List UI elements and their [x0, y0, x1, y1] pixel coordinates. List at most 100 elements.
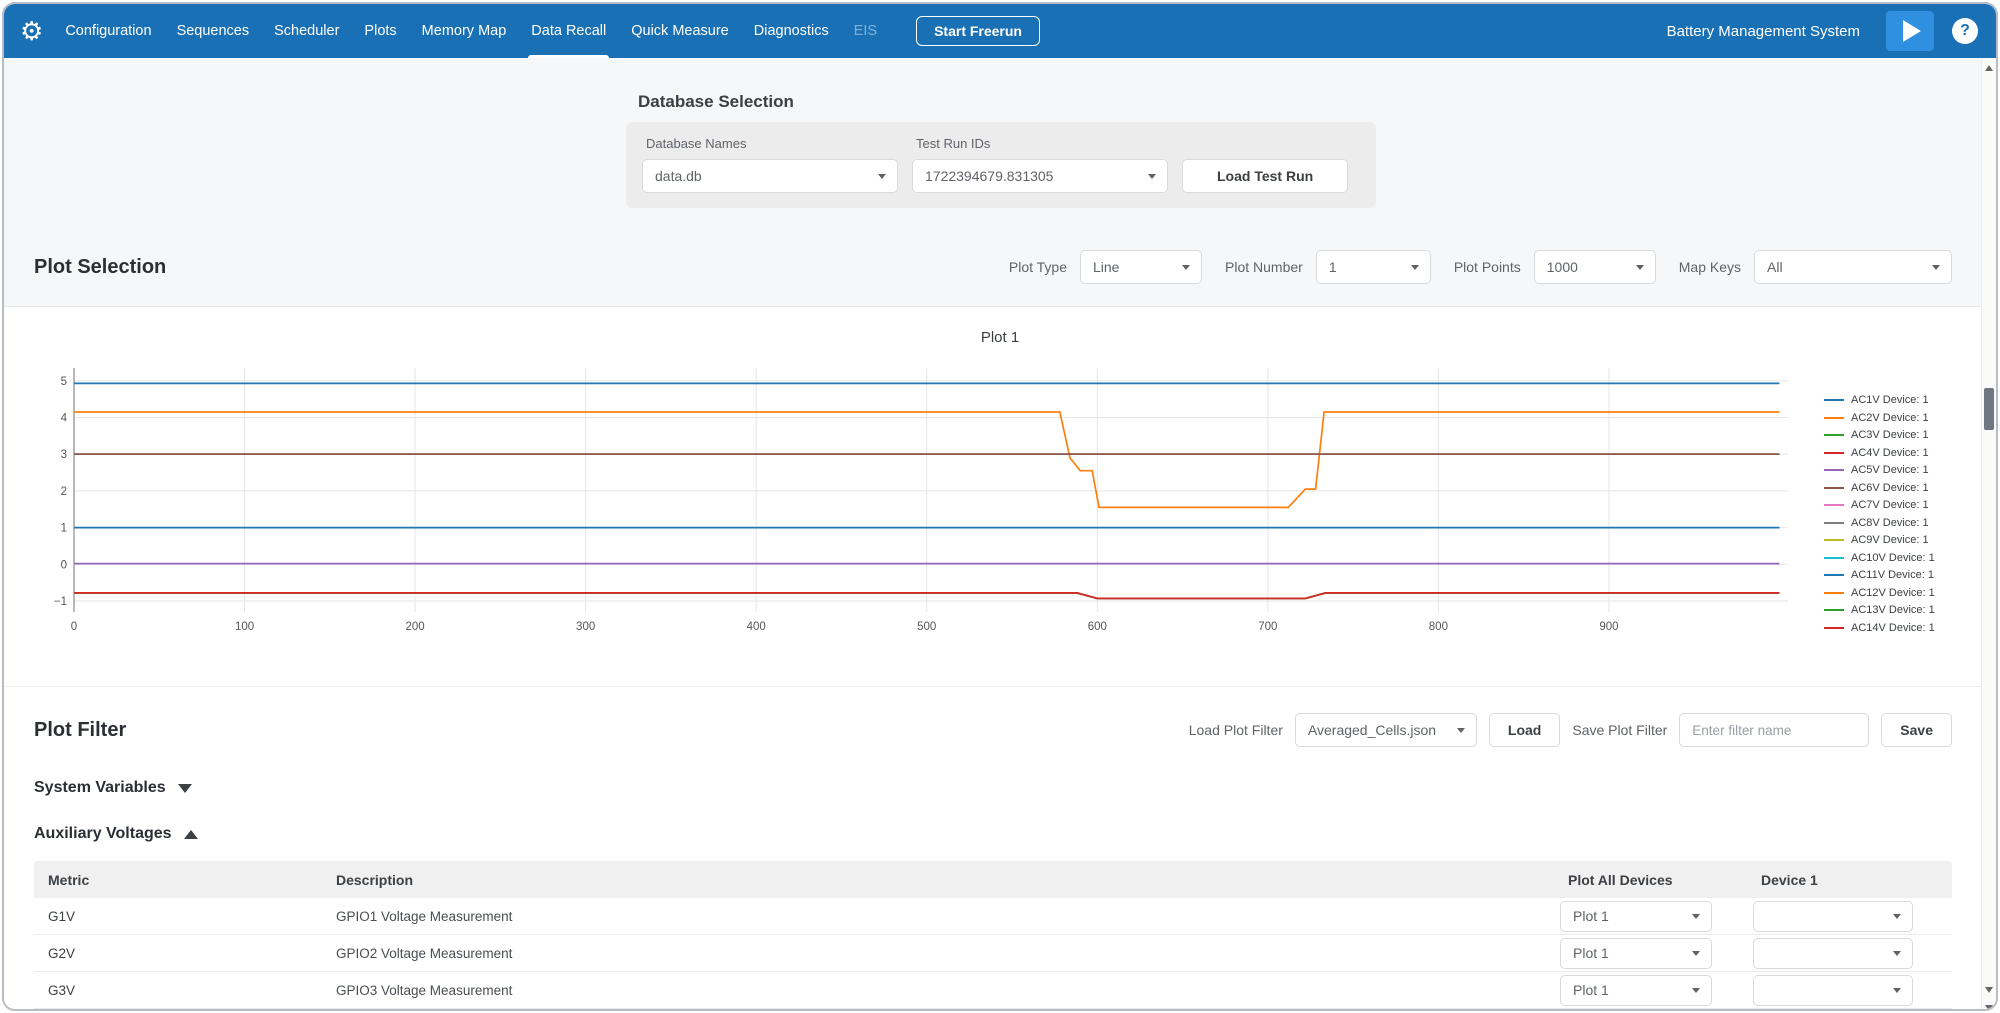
system-variables-toggle[interactable]: System Variables: [4, 779, 1996, 797]
chevron-down-icon: [1411, 265, 1419, 270]
cell-plot-all-devices: Plot 1: [1554, 901, 1747, 932]
database-names-select[interactable]: data.db: [642, 159, 898, 193]
nav-item-sequences[interactable]: Sequences: [177, 4, 250, 58]
plot-points-label: Plot Points: [1454, 259, 1521, 275]
nav-item-configuration[interactable]: Configuration: [65, 4, 151, 58]
map-keys-value: All: [1767, 259, 1783, 275]
legend-label: AC5V Device: 1: [1851, 464, 1929, 476]
legend-item: AC4V Device: 1: [1824, 447, 1974, 459]
filter-name-input[interactable]: [1679, 713, 1869, 747]
plot-all-devices-select[interactable]: Plot 1: [1560, 975, 1712, 1006]
nav-item-memory-map[interactable]: Memory Map: [422, 4, 507, 58]
cell-plot-all-devices: Plot 1: [1554, 938, 1747, 969]
map-keys-label: Map Keys: [1679, 259, 1741, 275]
inner-scroll-down-arrow[interactable]: [1982, 982, 1996, 997]
plot-selection-title: Plot Selection: [34, 256, 166, 279]
database-names-label: Database Names: [646, 136, 898, 151]
auxiliary-voltages-label: Auxiliary Voltages: [34, 825, 172, 843]
chevron-down-icon: [178, 784, 192, 793]
device-1-select[interactable]: [1753, 938, 1913, 969]
load-test-run-button[interactable]: Load Test Run: [1182, 159, 1348, 193]
chevron-down-icon: [1692, 914, 1700, 919]
legend-label: AC6V Device: 1: [1851, 482, 1929, 494]
legend-item: AC2V Device: 1: [1824, 412, 1974, 424]
chart-container: −10123450100200300400500600700800900 AC1…: [4, 362, 1996, 642]
table-row: G2VGPIO2 Voltage Measurement Plot 1: [34, 935, 1952, 972]
scrollbar-thumb[interactable]: [1984, 388, 1994, 430]
nav-item-eis[interactable]: EIS: [854, 4, 877, 58]
legend-line-swatch: [1824, 487, 1844, 489]
scroll-up-arrow[interactable]: [1982, 60, 1996, 75]
plot-all-devices-select-value: Plot 1: [1573, 945, 1609, 961]
legend-item: AC8V Device: 1: [1824, 517, 1974, 529]
col-header-plot-all-devices: Plot All Devices: [1554, 872, 1747, 888]
gear-icon[interactable]: ⚙: [20, 18, 43, 44]
nav-item-diagnostics[interactable]: Diagnostics: [754, 4, 829, 58]
legend-label: AC8V Device: 1: [1851, 517, 1929, 529]
svg-text:300: 300: [576, 621, 595, 633]
cell-metric: G3V: [34, 983, 322, 998]
save-filter-button[interactable]: Save: [1881, 713, 1952, 747]
page-content: Database Selection Database Names data.d…: [4, 58, 1996, 1011]
svg-text:600: 600: [1088, 621, 1107, 633]
plot-all-devices-select[interactable]: Plot 1: [1560, 901, 1712, 932]
legend-line-swatch: [1824, 434, 1844, 436]
test-run-ids-value: 1722394679.831305: [925, 168, 1053, 184]
svg-text:700: 700: [1258, 621, 1277, 633]
database-selection-card: Database Names data.db Test Run IDs 1722…: [626, 122, 1376, 208]
cell-description: GPIO1 Voltage Measurement: [322, 909, 1554, 924]
legend-line-swatch: [1824, 469, 1844, 471]
plot-all-devices-select[interactable]: Plot 1: [1560, 938, 1712, 969]
device-1-select[interactable]: [1753, 901, 1913, 932]
nav-item-scheduler[interactable]: Scheduler: [274, 4, 339, 58]
plot-points-select[interactable]: 1000: [1534, 250, 1656, 284]
nav-item-quick-measure[interactable]: Quick Measure: [631, 4, 729, 58]
legend-label: AC4V Device: 1: [1851, 447, 1929, 459]
top-navbar: ⚙ Configuration Sequences Scheduler Plots Me…: [4, 4, 1996, 58]
legend-item: AC10V Device: 1: [1824, 552, 1974, 564]
database-names-value: data.db: [655, 168, 702, 184]
legend-label: AC14V Device: 1: [1851, 622, 1935, 634]
chevron-down-icon: [1182, 265, 1190, 270]
test-run-ids-select[interactable]: 1722394679.831305: [912, 159, 1168, 193]
plot-selection-row: Plot Selection Plot Type Line Plot Numbe…: [4, 250, 1996, 306]
legend-label: AC3V Device: 1: [1851, 429, 1929, 441]
legend-item: AC1V Device: 1: [1824, 394, 1974, 406]
nav-item-plots[interactable]: Plots: [364, 4, 396, 58]
legend-item: AC5V Device: 1: [1824, 464, 1974, 476]
device-1-select[interactable]: [1753, 975, 1913, 1006]
legend-item: AC14V Device: 1: [1824, 622, 1974, 634]
scroll-down-arrow[interactable]: [1982, 1000, 1996, 1011]
chevron-down-icon: [1457, 728, 1465, 733]
cell-device-1: [1747, 975, 1952, 1006]
legend-line-swatch: [1824, 574, 1844, 576]
plot-type-select[interactable]: Line: [1080, 250, 1202, 284]
plot-number-value: 1: [1329, 259, 1337, 275]
vertical-scrollbar[interactable]: [1981, 58, 1996, 1011]
chart-legend: AC1V Device: 1 AC2V Device: 1 AC3V Device:…: [1824, 362, 1974, 642]
plot-number-label: Plot Number: [1225, 259, 1303, 275]
nav-item-data-recall[interactable]: Data Recall: [531, 4, 606, 58]
load-plot-filter-label: Load Plot Filter: [1189, 722, 1283, 738]
cell-plot-all-devices: Plot 1: [1554, 975, 1747, 1006]
chevron-down-icon: [1148, 174, 1156, 179]
auxiliary-voltages-toggle[interactable]: Auxiliary Voltages: [4, 825, 1996, 843]
svg-text:1: 1: [61, 523, 67, 535]
load-plot-filter-select[interactable]: Averaged_Cells.json: [1295, 713, 1477, 747]
map-keys-select[interactable]: All: [1754, 250, 1952, 284]
chevron-down-icon: [1893, 951, 1901, 956]
database-names-field: Database Names data.db: [642, 136, 898, 193]
plot-area-section: Plot 1 −10123450100200300400500600700800…: [4, 307, 1996, 687]
legend-item: AC6V Device: 1: [1824, 482, 1974, 494]
help-icon[interactable]: ?: [1952, 18, 1978, 44]
start-freerun-button[interactable]: Start Freerun: [916, 16, 1040, 46]
load-filter-button[interactable]: Load: [1489, 713, 1560, 747]
plot-number-select[interactable]: 1: [1316, 250, 1431, 284]
cell-description: GPIO2 Voltage Measurement: [322, 946, 1554, 961]
plot-all-devices-select-value: Plot 1: [1573, 982, 1609, 998]
legend-label: AC1V Device: 1: [1851, 394, 1929, 406]
svg-text:800: 800: [1429, 621, 1448, 633]
chevron-up-icon: [184, 830, 198, 839]
run-button[interactable]: [1886, 11, 1934, 51]
cell-metric: G2V: [34, 946, 322, 961]
